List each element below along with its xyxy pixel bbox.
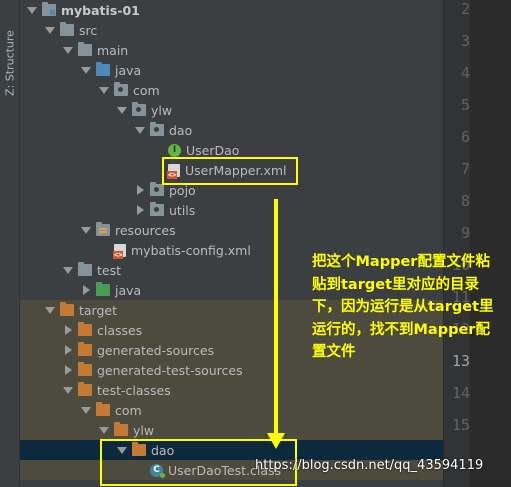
interface-icon: I xyxy=(168,143,181,157)
annotation-arrow-head xyxy=(267,433,285,449)
tree-node[interactable]: java xyxy=(20,60,443,80)
annotation-arrow-line xyxy=(274,199,278,439)
tree-node[interactable]: ylw xyxy=(20,420,443,440)
structure-tab-label: Z: Structure xyxy=(3,30,17,96)
structure-tool-strip[interactable]: Z: Structure xyxy=(0,0,20,487)
tree-node-label: main xyxy=(97,42,129,58)
folder-icon xyxy=(78,262,92,276)
chevron-down-icon[interactable] xyxy=(116,104,128,116)
tree-node-label: java xyxy=(115,62,142,78)
chevron-down-icon[interactable] xyxy=(98,84,110,96)
tree-node-label: src xyxy=(79,22,98,38)
tree-node-label: mybatis-01 xyxy=(61,2,140,18)
tree-node-label: ylw xyxy=(151,102,173,118)
chevron-right-icon[interactable] xyxy=(62,324,74,336)
excluded-folder-icon xyxy=(78,322,92,336)
module-folder-icon xyxy=(42,2,56,16)
resources-folder-icon xyxy=(96,222,110,236)
chevron-down-icon[interactable] xyxy=(80,224,92,236)
folder-icon xyxy=(78,42,92,56)
tree-node-label: utils xyxy=(169,202,196,218)
annotation-note: 把这个Mapper配置文件粘贴到target里对应的目录下，因为运行是从targ… xyxy=(312,254,494,360)
xml-file-icon xyxy=(113,243,126,259)
tree-node-label: ylw xyxy=(133,422,155,438)
tree-node[interactable]: test-classes xyxy=(20,380,443,400)
tree-node[interactable]: mybatis-01 xyxy=(20,0,443,20)
tree-node[interactable]: ylw xyxy=(20,100,443,120)
excluded-folder-icon xyxy=(60,302,74,316)
folder-icon xyxy=(60,22,74,36)
line-number: 3 xyxy=(460,32,470,50)
tree-node[interactable]: resources xyxy=(20,220,443,240)
chevron-down-icon[interactable] xyxy=(134,124,146,136)
tree-node-label: generated-test-sources xyxy=(97,362,243,378)
package-icon xyxy=(150,122,164,136)
tree-node-label: generated-sources xyxy=(97,342,215,358)
excluded-folder-icon xyxy=(78,382,92,396)
line-number: 9 xyxy=(460,224,470,242)
line-number: 5 xyxy=(460,96,470,114)
editor-area[interactable] xyxy=(470,0,511,487)
chevron-down-icon[interactable] xyxy=(62,264,74,276)
chevron-right-icon[interactable] xyxy=(62,364,74,376)
tree-node-label: java xyxy=(115,282,142,298)
tree-node-label: dao xyxy=(169,122,193,138)
tree-node-label: com xyxy=(115,402,142,418)
tree-node-label: target xyxy=(79,302,118,318)
chevron-down-icon[interactable] xyxy=(62,44,74,56)
line-number: 2 xyxy=(460,0,470,18)
tree-node-label: UserDao xyxy=(186,142,240,158)
chevron-down-icon[interactable] xyxy=(44,24,56,36)
chevron-down-icon[interactable] xyxy=(26,4,38,16)
chevron-right-icon[interactable] xyxy=(62,344,74,356)
tree-node[interactable]: dao xyxy=(20,120,443,140)
chevron-down-icon[interactable] xyxy=(80,64,92,76)
chevron-down-icon[interactable] xyxy=(98,424,110,436)
source-root-folder-icon xyxy=(96,62,110,76)
tree-node-label: com xyxy=(133,82,160,98)
line-number: 8 xyxy=(460,192,470,210)
watermark: https://blog.csdn.net/qq_43594119 xyxy=(255,458,484,473)
line-number: 15 xyxy=(451,416,470,434)
tree-node-label: test xyxy=(97,262,122,278)
package-icon xyxy=(132,102,146,116)
project-tree[interactable]: mybatis-01srcmainjavacomylwdaoIUserDaoUs… xyxy=(20,0,443,487)
line-number: 7 xyxy=(460,160,470,178)
tree-node-label: mybatis-config.xml xyxy=(131,242,251,258)
tree-node[interactable]: com xyxy=(20,80,443,100)
package-icon xyxy=(150,182,164,196)
chevron-right-icon[interactable] xyxy=(134,204,146,216)
test-root-folder-icon xyxy=(96,282,110,296)
package-icon xyxy=(114,82,128,96)
tree-node-label: test-classes xyxy=(97,382,171,398)
package-icon xyxy=(150,202,164,216)
tree-node[interactable]: utils xyxy=(20,200,443,220)
excluded-folder-icon xyxy=(78,342,92,356)
highlight-box-usermapper xyxy=(162,157,298,185)
chevron-right-icon[interactable] xyxy=(80,284,92,296)
tree-node-label: classes xyxy=(97,322,143,338)
chevron-down-icon[interactable] xyxy=(80,404,92,416)
chevron-down-icon[interactable] xyxy=(62,384,74,396)
excluded-folder-icon xyxy=(96,402,110,416)
line-number: 6 xyxy=(460,128,470,146)
tree-node-label: resources xyxy=(115,222,176,238)
chevron-down-icon[interactable] xyxy=(44,304,56,316)
excluded-folder-icon xyxy=(78,362,92,376)
structure-tab[interactable]: Z: Structure xyxy=(2,28,18,98)
tree-node[interactable]: src xyxy=(20,20,443,40)
excluded-folder-icon xyxy=(114,422,128,436)
line-number: 4 xyxy=(460,64,470,82)
line-number: 14 xyxy=(451,384,470,402)
tree-node[interactable]: main xyxy=(20,40,443,60)
tree-node[interactable]: com xyxy=(20,400,443,420)
chevron-right-icon[interactable] xyxy=(134,184,146,196)
